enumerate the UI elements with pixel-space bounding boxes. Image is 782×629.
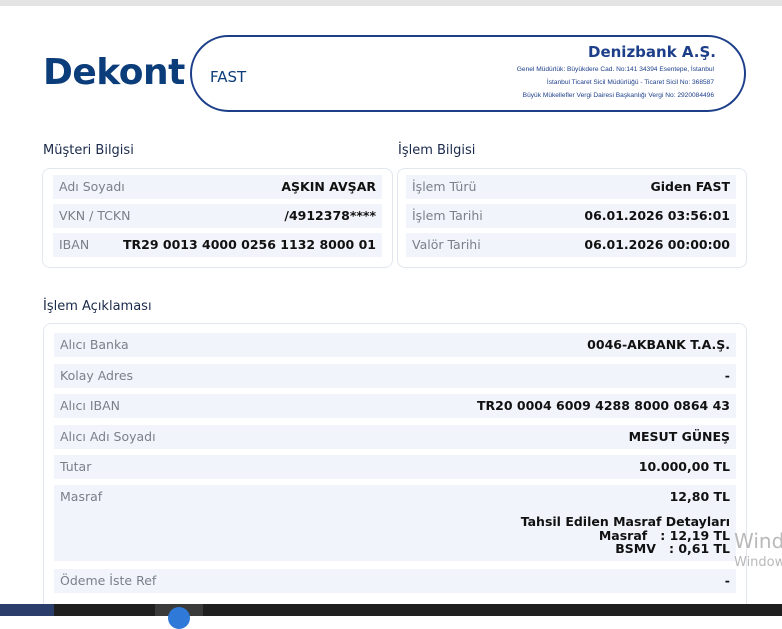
transaction-row-type: İşlem Türü Giden FAST (406, 175, 736, 199)
row-value: - (724, 368, 730, 383)
row-value: 06.01.2026 00:00:00 (584, 237, 730, 252)
customer-row-iban: IBAN TR29 0013 4000 0256 1132 8000 01 (53, 233, 382, 257)
description-row-bank: Alıcı Banka 0046-AKBANK T.A.Ş. (54, 333, 736, 357)
row-label: Masraf (60, 489, 103, 504)
bank-name: Denizbank A.Ş. (588, 43, 716, 61)
bank-registry-line: İstanbul Ticaret Sicil Müdürlüğü - Ticar… (546, 79, 714, 86)
row-value: MESUT GÜNEŞ (628, 429, 730, 444)
row-value: TR29 0013 4000 0256 1132 8000 01 (122, 237, 376, 252)
row-label: Tutar (60, 459, 92, 474)
bank-address-line: Genel Müdürlük: Büyükdere Cad. No:141 34… (516, 66, 714, 73)
description-row-recipient: Alıcı Adı Soyadı MESUT GÜNEŞ (54, 425, 736, 449)
taskbar (0, 604, 782, 629)
fee-details-title: Tahsil Edilen Masraf Detayları (520, 514, 730, 529)
row-value: 0046-AKBANK T.A.Ş. (587, 337, 730, 352)
windows-watermark-subtitle: Window (734, 555, 782, 570)
row-value: - (724, 573, 730, 588)
description-section-title: İşlem Açıklaması (43, 299, 152, 314)
row-label: Valör Tarihi (412, 237, 481, 252)
page-title: Dekont (43, 52, 185, 93)
row-label: VKN / TCKN (59, 208, 131, 223)
description-card: Alıcı Banka 0046-AKBANK T.A.Ş. Kolay Adr… (43, 323, 747, 613)
transaction-section-title: İşlem Bilgisi (398, 143, 476, 158)
taskbar-app-icon[interactable] (168, 607, 190, 629)
row-value: AŞKIN AVŞAR (281, 179, 376, 194)
top-scroll-bar (0, 0, 782, 6)
customer-row-tckn: VKN / TCKN /4912378**** (53, 204, 382, 228)
row-value: 12,80 TL (669, 489, 730, 504)
row-label: IBAN (59, 237, 90, 252)
description-row-iban: Alıcı IBAN TR20 0004 6009 4288 8000 0864… (54, 394, 736, 418)
transaction-row-value-date: Valör Tarihi 06.01.2026 00:00:00 (406, 233, 736, 257)
row-label: Alıcı Adı Soyadı (60, 429, 156, 444)
transaction-card: İşlem Türü Giden FAST İşlem Tarihi 06.01… (397, 168, 747, 268)
description-row-fee: Masraf 12,80 TL Tahsil Edilen Masraf Det… (54, 485, 736, 561)
row-label: Adı Soyadı (59, 179, 125, 194)
row-value: 10.000,00 TL (638, 459, 730, 474)
taskbar-logo-icon[interactable] (0, 604, 54, 616)
row-value: Giden FAST (650, 179, 730, 194)
row-label: Kolay Adres (60, 368, 134, 383)
bank-tax-line: Büyük Mükellefler Vergi Dairesi Başkanlı… (522, 92, 714, 99)
row-value: 06.01.2026 03:56:01 (584, 208, 730, 223)
fee-details-line: BSMV : 0,61 TL (615, 541, 730, 556)
description-row-easy-address: Kolay Adres - (54, 364, 736, 388)
customer-row-name: Adı Soyadı AŞKIN AVŞAR (53, 175, 382, 199)
customer-section-title: Müşteri Bilgisi (43, 143, 134, 158)
customer-card: Adı Soyadı AŞKIN AVŞAR VKN / TCKN /49123… (42, 168, 393, 268)
row-value: /4912378**** (284, 208, 376, 223)
row-label: İşlem Türü (412, 179, 477, 194)
transaction-row-date: İşlem Tarihi 06.01.2026 03:56:01 (406, 204, 736, 228)
row-label: Alıcı IBAN (60, 398, 120, 413)
transaction-type: FAST (210, 68, 247, 86)
fee-details: Tahsil Edilen Masraf Detayları Masraf : … (521, 515, 730, 556)
fee-details-line: Masraf : 12,19 TL (598, 527, 730, 543)
description-row-amount: Tutar 10.000,00 TL (54, 455, 736, 479)
description-row-payment-ref: Ödeme İste Ref - (54, 569, 736, 593)
windows-watermark: Wind (734, 529, 782, 553)
row-label: Alıcı Banka (60, 337, 129, 352)
header-box: FAST Denizbank A.Ş. Genel Müdürlük: Büyü… (190, 35, 746, 112)
row-value: TR20 0004 6009 4288 8000 0864 43 (476, 398, 730, 413)
row-label: Ödeme İste Ref (60, 573, 157, 588)
row-label: İşlem Tarihi (412, 208, 483, 223)
